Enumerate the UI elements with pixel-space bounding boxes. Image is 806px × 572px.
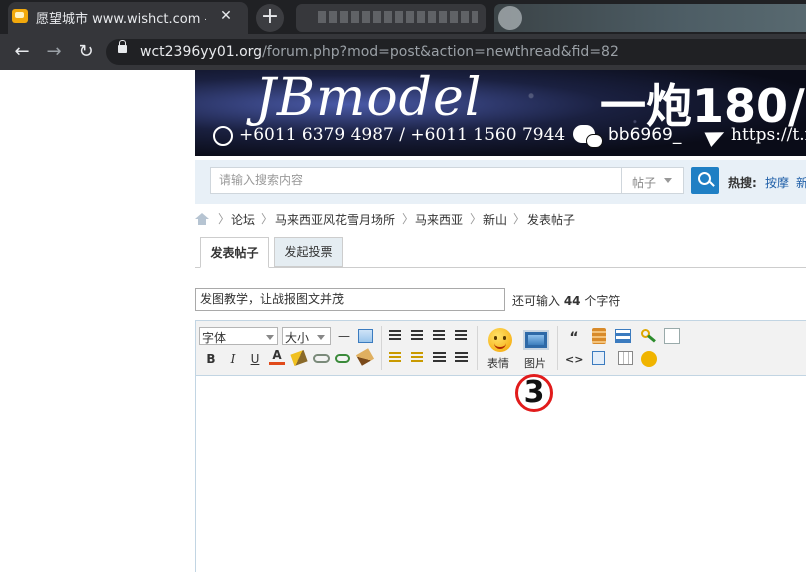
char-count-hint: 还可输入 44 个字符 [512, 292, 620, 309]
back-button[interactable]: ← [10, 40, 34, 64]
wechat-icon [573, 125, 603, 148]
horizontal-rule-button[interactable]: — [336, 328, 352, 344]
chevron-down-icon [664, 178, 672, 183]
align-left-icon[interactable] [389, 330, 401, 340]
reload-button[interactable]: ↻ [74, 40, 98, 64]
whatsapp-icon [213, 126, 233, 146]
char-count-prefix: 还可输入 [512, 294, 564, 308]
emoji-icon[interactable] [488, 328, 512, 352]
forward-button[interactable]: → [42, 40, 66, 64]
breadcrumb-forum[interactable]: 论坛 [231, 211, 255, 228]
breadcrumb-separator: 〉 [402, 212, 415, 226]
tab-new-poll[interactable]: 发起投票 [274, 237, 343, 267]
breadcrumb-separator: 〉 [218, 212, 231, 226]
hot-search-label: 热搜: [728, 176, 757, 190]
banner-brand: JBmodel [255, 70, 483, 128]
code-icon[interactable]: <> [565, 352, 583, 368]
breadcrumb-country[interactable]: 马来西亚 [415, 211, 463, 228]
search-icon [698, 172, 711, 185]
link-icon[interactable] [313, 354, 330, 363]
tab-title: 愿望城市 www.wishct.com - - - [36, 12, 206, 27]
char-count-value: 44 [563, 294, 581, 308]
unlink-icon[interactable] [335, 354, 350, 363]
tab-close-icon[interactable]: ✕ [216, 6, 236, 26]
home-icon[interactable] [195, 213, 209, 225]
breadcrumb-city[interactable]: 新山 [483, 211, 507, 228]
chevron-down-icon [317, 335, 325, 340]
word-paste-icon[interactable] [592, 351, 605, 365]
blurred-tab-icon [498, 6, 522, 30]
breadcrumb-separator: 〉 [513, 212, 526, 226]
url-text[interactable]: wct2396yy01.org/forum.php?mod=post&actio… [140, 44, 619, 60]
align-right-icon[interactable] [455, 330, 467, 340]
font-size-label: 大小 [285, 331, 310, 345]
char-count-suffix: 个字符 [580, 294, 621, 308]
browser-tab-background[interactable] [494, 4, 806, 32]
banner-phones: +6011 6379 4987 / +6011 1560 7944 [239, 125, 566, 145]
unordered-list-icon[interactable] [455, 352, 468, 363]
multi-column-icon[interactable] [618, 351, 633, 365]
breadcrumb-category[interactable]: 马来西亚风花雪月场所 [275, 211, 395, 228]
font-color-button[interactable]: A [269, 349, 285, 365]
new-tab-button[interactable]: + [256, 4, 284, 32]
blurred-tab-title [318, 11, 478, 23]
url-path: /forum.php?mod=post&action=newthread&fid… [262, 44, 619, 60]
image-button-label[interactable]: 图片 [524, 355, 546, 371]
toolbar-divider [477, 326, 478, 370]
search-type-label: 帖子 [632, 176, 657, 190]
breadcrumb-separator: 〉 [261, 212, 274, 226]
font-family-label: 字体 [202, 331, 227, 345]
url-host: wct2396yy01.org [140, 44, 263, 60]
underline-button[interactable]: U [247, 351, 263, 367]
table-icon[interactable] [358, 329, 373, 343]
lock-icon[interactable] [118, 40, 127, 53]
toolbar-divider [557, 326, 558, 370]
ordered-list-icon[interactable] [433, 352, 446, 363]
ad-banner[interactable]: JBmodel 一炮180/ +6011 6379 4987 / +6011 1… [195, 70, 806, 156]
breadcrumb-current: 发表帖子 [527, 213, 576, 227]
float-left-icon[interactable] [389, 352, 401, 363]
banner-wechat-id: bb6969_ [608, 125, 682, 145]
bold-button[interactable]: B [203, 351, 219, 367]
chevron-down-icon [266, 335, 274, 340]
breadcrumb-separator: 〉 [470, 212, 483, 226]
tabs-divider [195, 267, 806, 268]
hot-search-link[interactable]: 按摩 [765, 174, 789, 191]
image-icon[interactable] [523, 330, 549, 350]
quote-icon[interactable]: “ [566, 330, 582, 346]
float-right-icon[interactable] [411, 352, 423, 363]
broken-image-icon[interactable] [664, 328, 680, 344]
hide-content-icon[interactable] [615, 329, 631, 343]
banner-telegram-link: https://t.m [731, 125, 806, 145]
align-justify-icon[interactable] [411, 330, 423, 340]
tab-new-post[interactable]: 发表帖子 [200, 237, 269, 268]
step-number: 3 [523, 375, 545, 410]
hot-search-link[interactable]: 新 [796, 174, 806, 191]
toolbar-divider [381, 326, 382, 370]
site-favicon-icon [12, 9, 28, 23]
align-center-icon[interactable] [433, 330, 445, 340]
emoji-button-label[interactable]: 表情 [487, 355, 509, 371]
free-content-icon[interactable] [592, 328, 606, 344]
search-input[interactable]: 请输入搜索内容 [210, 167, 622, 194]
subject-input[interactable]: 发图教学，让战报图文并茂 [195, 288, 505, 311]
background-color-icon[interactable] [641, 351, 657, 367]
italic-button[interactable]: I [225, 351, 241, 367]
